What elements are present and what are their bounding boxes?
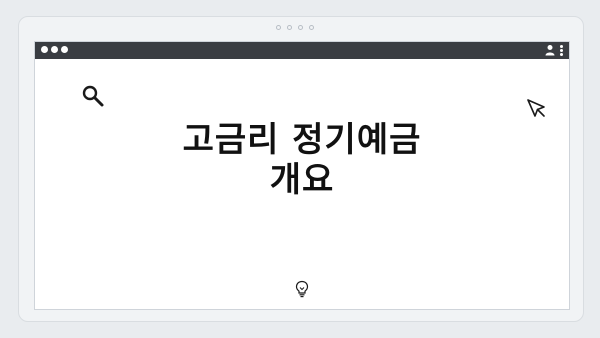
window-controls bbox=[41, 46, 68, 53]
user-icon[interactable] bbox=[545, 44, 555, 56]
page-title: 고금리 정기예금 개요 bbox=[35, 120, 569, 200]
pagination-dots bbox=[276, 25, 314, 30]
search-icon bbox=[82, 85, 104, 107]
browser-window: 고금리 정기예금 개요 bbox=[34, 41, 570, 310]
pagination-dot bbox=[298, 25, 303, 30]
pagination-dot bbox=[287, 25, 292, 30]
titlebar-actions bbox=[545, 44, 563, 56]
window-maximize-dot[interactable] bbox=[61, 46, 68, 53]
kebab-menu-icon[interactable] bbox=[560, 44, 563, 56]
page-title-line2: 개요 bbox=[269, 160, 335, 200]
window-titlebar bbox=[35, 42, 569, 59]
pagination-dot bbox=[276, 25, 281, 30]
window-minimize-dot[interactable] bbox=[51, 46, 58, 53]
window-close-dot[interactable] bbox=[41, 46, 48, 53]
pagination-dot bbox=[309, 25, 314, 30]
page-title-line1: 고금리 정기예금 bbox=[182, 120, 422, 160]
cursor-icon bbox=[527, 99, 545, 117]
lightbulb-icon bbox=[295, 280, 309, 298]
